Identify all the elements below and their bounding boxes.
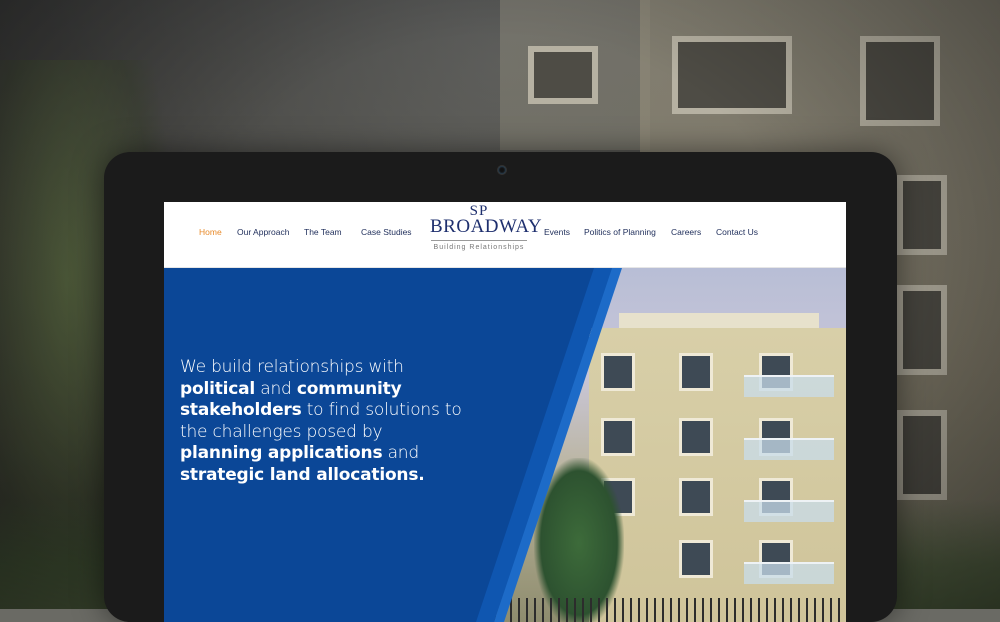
building-window <box>601 418 635 456</box>
hero-keyword: strategic land allocations. <box>180 464 425 485</box>
building-balcony <box>744 500 834 522</box>
nav-item-our-approach[interactable]: Our Approach <box>237 227 289 237</box>
logo-tagline: Building Relationships <box>433 244 525 251</box>
building-balcony <box>744 562 834 584</box>
building-balcony <box>744 438 834 460</box>
nav-item-case-studies[interactable]: Case Studies <box>361 227 412 237</box>
tablet-device: Home Our Approach The Team Case Studies … <box>104 152 897 622</box>
hero-keyword: political <box>180 378 256 399</box>
hero-line: the challenges posed by <box>180 421 383 442</box>
site-logo[interactable]: SP BROADWAY Building Relationships <box>430 204 543 264</box>
nav-item-careers[interactable]: Careers <box>671 227 701 237</box>
hero-keyword: stakeholders <box>180 400 302 420</box>
illustration-fence <box>494 598 846 622</box>
building-window <box>679 478 713 516</box>
camera-icon <box>497 165 507 175</box>
nav-item-the-team[interactable]: The Team <box>304 227 342 237</box>
top-navigation: Home Our Approach The Team Case Studies … <box>164 202 846 268</box>
hero-keyword: community <box>296 378 402 399</box>
building-window <box>679 540 713 578</box>
hero-line: and <box>255 378 297 399</box>
nav-item-politics-of-planning[interactable]: Politics of Planning <box>584 227 656 237</box>
building-window <box>679 353 713 391</box>
hero-line: and <box>382 443 420 463</box>
nav-item-contact-us[interactable]: Contact Us <box>716 227 758 237</box>
hero-banner: We build relationships with political an… <box>164 268 846 622</box>
hero-line: to find solutions to <box>301 400 462 420</box>
building-balcony <box>744 375 834 397</box>
nav-item-events[interactable]: Events <box>544 227 570 237</box>
logo-name: BROADWAY <box>430 216 543 237</box>
building-window <box>601 353 635 391</box>
building-window <box>679 418 713 456</box>
hero-headline: We build relationships with political an… <box>180 357 480 486</box>
hero-line: We build relationships with <box>180 357 404 377</box>
nav-item-home[interactable]: Home <box>199 227 222 237</box>
tablet-screen: Home Our Approach The Team Case Studies … <box>164 202 846 622</box>
hero-keyword: planning applications <box>180 443 383 463</box>
logo-divider <box>431 240 527 241</box>
